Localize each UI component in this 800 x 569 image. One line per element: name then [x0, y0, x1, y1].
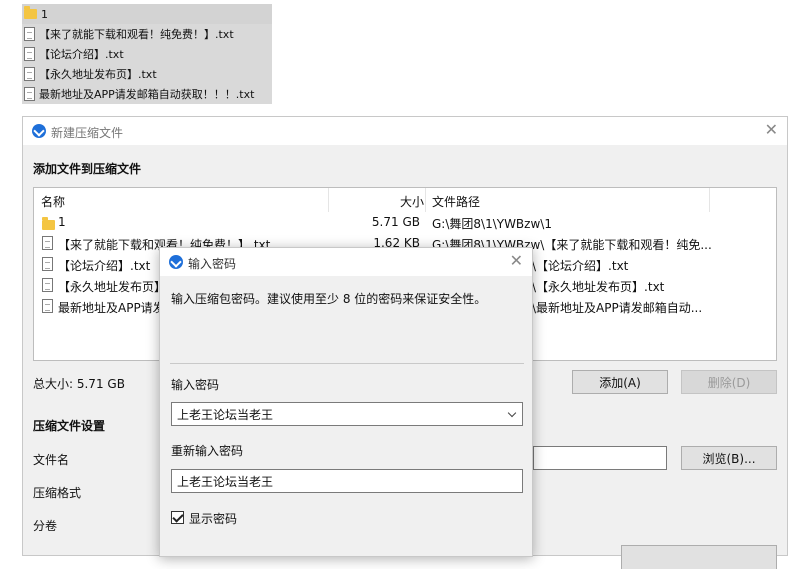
column-header-path[interactable]: 文件路径 — [432, 193, 480, 210]
file-icon — [42, 257, 53, 271]
chevron-down-icon[interactable] — [507, 408, 517, 418]
divider — [170, 363, 524, 364]
folder-icon — [24, 6, 37, 19]
settings-section-title: 压缩文件设置 — [33, 419, 106, 433]
total-size-label: 总大小: 5.71 GB — [33, 377, 125, 391]
file-icon — [24, 87, 35, 101]
folder-icon — [42, 217, 55, 230]
split-label: 分卷 — [33, 519, 58, 533]
dialog-title: 输入密码 — [188, 257, 237, 271]
close-icon[interactable]: ✕ — [765, 122, 778, 138]
show-password-checkbox[interactable] — [171, 511, 184, 524]
list-item[interactable]: 1 — [22, 4, 272, 24]
password-input[interactable]: 上老王论坛当老王 — [171, 402, 523, 426]
add-files-section-title: 添加文件到压缩文件 — [33, 162, 142, 176]
dialog-titlebar[interactable]: 输入密码 ✕ — [160, 248, 532, 276]
column-header-size[interactable]: 大小 — [400, 193, 424, 210]
file-icon — [24, 47, 35, 61]
window-title: 新建压缩文件 — [51, 126, 124, 140]
delete-button[interactable]: 删除(D) — [681, 370, 777, 394]
browse-button[interactable]: 浏览(B)... — [681, 446, 777, 470]
close-icon[interactable]: ✕ — [510, 253, 523, 269]
show-password-label[interactable]: 显示密码 — [189, 510, 237, 527]
column-header-name[interactable]: 名称 — [41, 193, 65, 210]
list-item[interactable]: 【论坛介绍】.txt — [22, 44, 272, 64]
password-label: 输入密码 — [171, 378, 220, 392]
password-dialog: 输入密码 ✕ 输入压缩包密码。建议使用至少 8 位的密码来保证安全性。 输入密码… — [159, 247, 533, 557]
file-icon — [24, 67, 35, 81]
file-icon — [42, 236, 53, 250]
filename-label: 文件名 — [33, 453, 70, 467]
format-label: 压缩格式 — [33, 486, 82, 500]
table-row[interactable]: 1 5.71 GB G:\舞团8\1\YWBzw\1 — [34, 212, 776, 233]
list-header: 名称 大小 文件路径 — [34, 188, 776, 212]
filename-input[interactable] — [533, 446, 667, 470]
file-icon — [24, 27, 35, 41]
file-icon — [42, 299, 53, 313]
app-icon — [169, 255, 183, 269]
column-divider[interactable] — [425, 188, 426, 212]
app-icon — [32, 124, 46, 138]
column-divider[interactable] — [709, 188, 710, 212]
window-titlebar[interactable]: 新建压缩文件 ✕ — [23, 117, 787, 145]
confirm-password-input[interactable]: 上老王论坛当老王 — [171, 469, 523, 493]
confirm-password-label: 重新输入密码 — [171, 444, 244, 458]
add-button[interactable]: 添加(A) — [572, 370, 668, 394]
dialog-description: 输入压缩包密码。建议使用至少 8 位的密码来保证安全性。 — [171, 292, 487, 306]
list-item[interactable]: 【永久地址发布页】.txt — [22, 64, 272, 84]
background-file-list: 1 【来了就能下载和观看！纯免费！】.txt 【论坛介绍】.txt 【永久地址发… — [22, 4, 272, 104]
file-icon — [42, 278, 53, 292]
list-item[interactable]: 【来了就能下载和观看！纯免费！】.txt — [22, 24, 272, 44]
list-item[interactable]: 最新地址及APP请发邮箱自动获取！！！.txt — [22, 84, 272, 104]
column-divider[interactable] — [328, 188, 329, 212]
